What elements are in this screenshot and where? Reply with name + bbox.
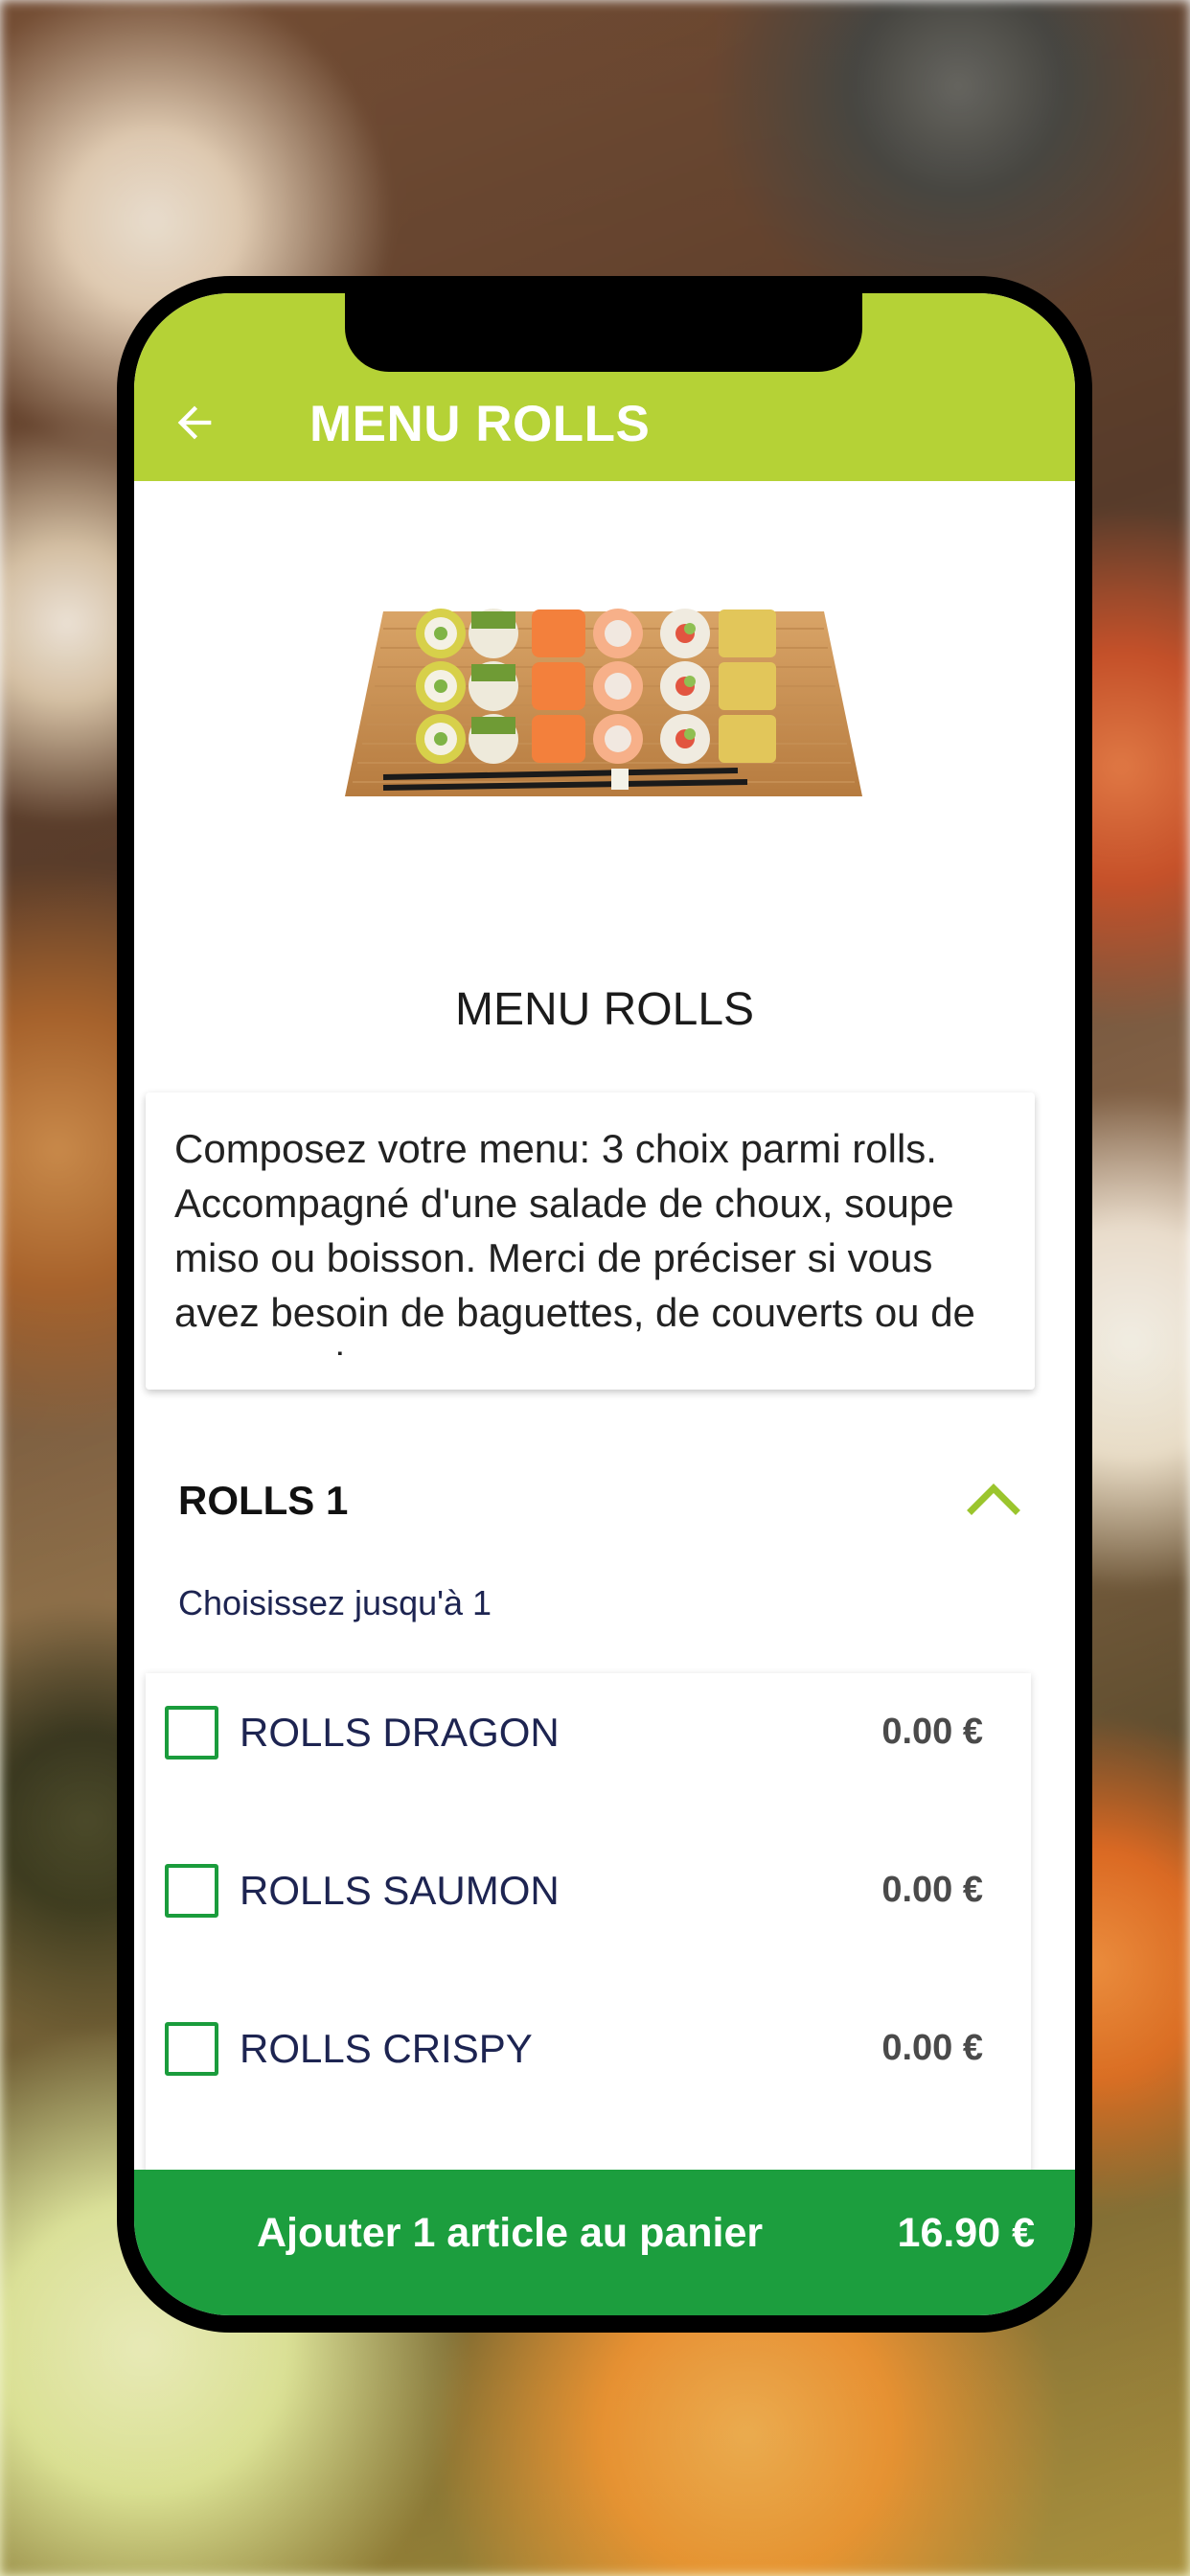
option-price: 0.00 € xyxy=(881,2028,983,2068)
add-to-cart-button[interactable]: Ajouter 1 article au panier 16.90 € xyxy=(134,2170,1075,2315)
checkbox[interactable] xyxy=(165,1864,218,1918)
phone-notch xyxy=(345,293,862,372)
option-rolls-dragon[interactable]: ROLLS DRAGON 0.00 € xyxy=(146,1673,1031,1798)
back-button[interactable] xyxy=(161,389,228,456)
phone-screen: MENU ROLLS MENU ROLLS Composez votre men… xyxy=(134,293,1075,2315)
section-title: ROLLS 1 xyxy=(178,1478,349,1523)
option-label: ROLLS DRAGON xyxy=(240,1710,560,1755)
options-list: ROLLS DRAGON 0.00 € ROLLS SAUMON 0.00 € … xyxy=(146,1673,1031,2210)
cart-total-price: 16.90 € xyxy=(897,2210,1035,2256)
option-rolls-crispy[interactable]: ROLLS CRISPY 0.00 € xyxy=(146,1990,1031,2114)
chevron-up-icon[interactable] xyxy=(960,1470,1027,1528)
page-title: MENU ROLLS xyxy=(309,396,651,452)
checkbox[interactable] xyxy=(165,1706,218,1760)
option-price: 0.00 € xyxy=(881,1712,983,1752)
section-subtitle: Choisissez jusqu'à 1 xyxy=(178,1583,492,1622)
product-description: Composez votre menu: 3 choix parmi rolls… xyxy=(174,1126,975,1357)
option-rolls-saumon[interactable]: ROLLS SAUMON 0.00 € xyxy=(146,1831,1031,1956)
arrow-left-icon xyxy=(177,405,212,440)
phone-frame: MENU ROLLS MENU ROLLS Composez votre men… xyxy=(117,276,1092,2333)
checkbox[interactable] xyxy=(165,2022,218,2076)
product-image xyxy=(345,609,862,796)
product-name: MENU ROLLS xyxy=(454,984,755,1035)
option-label: ROLLS CRISPY xyxy=(240,2026,533,2071)
option-price: 0.00 € xyxy=(881,1870,983,1910)
option-label: ROLLS SAUMON xyxy=(240,1868,560,1913)
description-card: Composez votre menu: 3 choix parmi rolls… xyxy=(146,1092,1035,1390)
add-to-cart-label: Ajouter 1 article au panier xyxy=(257,2210,764,2256)
